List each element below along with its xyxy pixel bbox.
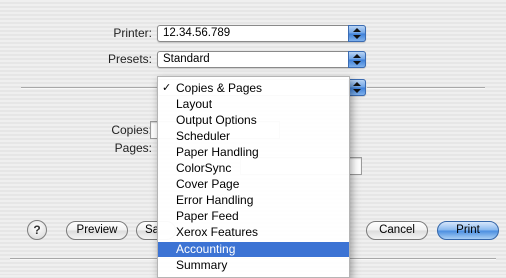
menu-item-error-handling[interactable]: Error Handling (158, 193, 349, 208)
menu-item-copies-pages[interactable]: ✓ Copies & Pages (158, 81, 349, 96)
menu-item-scheduler[interactable]: Scheduler (158, 129, 349, 144)
menu-item-accounting[interactable]: Accounting (158, 242, 349, 257)
checkmark-icon: ✓ (162, 82, 172, 94)
presets-label: Presets: (107, 52, 152, 66)
menu-item-colorsync[interactable]: ColorSync (158, 161, 349, 176)
copies-label: Copies: (111, 123, 152, 137)
help-button[interactable]: ? (27, 220, 47, 240)
menu-item-layout[interactable]: Layout (158, 97, 349, 112)
menu-item-output-options[interactable]: Output Options (158, 113, 349, 128)
up-down-arrows-icon (348, 51, 366, 68)
menu-item-summary[interactable]: Summary (158, 258, 349, 273)
menu-item-paper-feed[interactable]: Paper Feed (158, 209, 349, 224)
pane-menu: ✓ Copies & Pages Layout Output Options S… (157, 76, 350, 278)
presets-value: Standard (163, 53, 210, 65)
printer-popup[interactable]: 12.34.56.789 (157, 25, 366, 42)
menu-item-cover-page[interactable]: Cover Page (158, 177, 349, 192)
menu-item-xerox-features[interactable]: Xerox Features (158, 225, 349, 240)
up-down-arrows-icon (348, 25, 366, 42)
preview-button[interactable]: Preview (66, 221, 128, 240)
print-button[interactable]: Print (437, 221, 499, 240)
printer-label: Printer: (113, 26, 152, 40)
menu-item-paper-handling[interactable]: Paper Handling (158, 145, 349, 160)
printer-value: 12.34.56.789 (163, 27, 231, 39)
presets-popup[interactable]: Standard (157, 51, 366, 68)
cancel-button[interactable]: Cancel (366, 221, 428, 240)
separator-right (367, 87, 485, 89)
up-down-arrows-icon (348, 79, 366, 96)
pages-label: Pages: (114, 141, 152, 155)
separator-left (21, 87, 157, 89)
menu-item-label: Copies & Pages (176, 81, 263, 95)
